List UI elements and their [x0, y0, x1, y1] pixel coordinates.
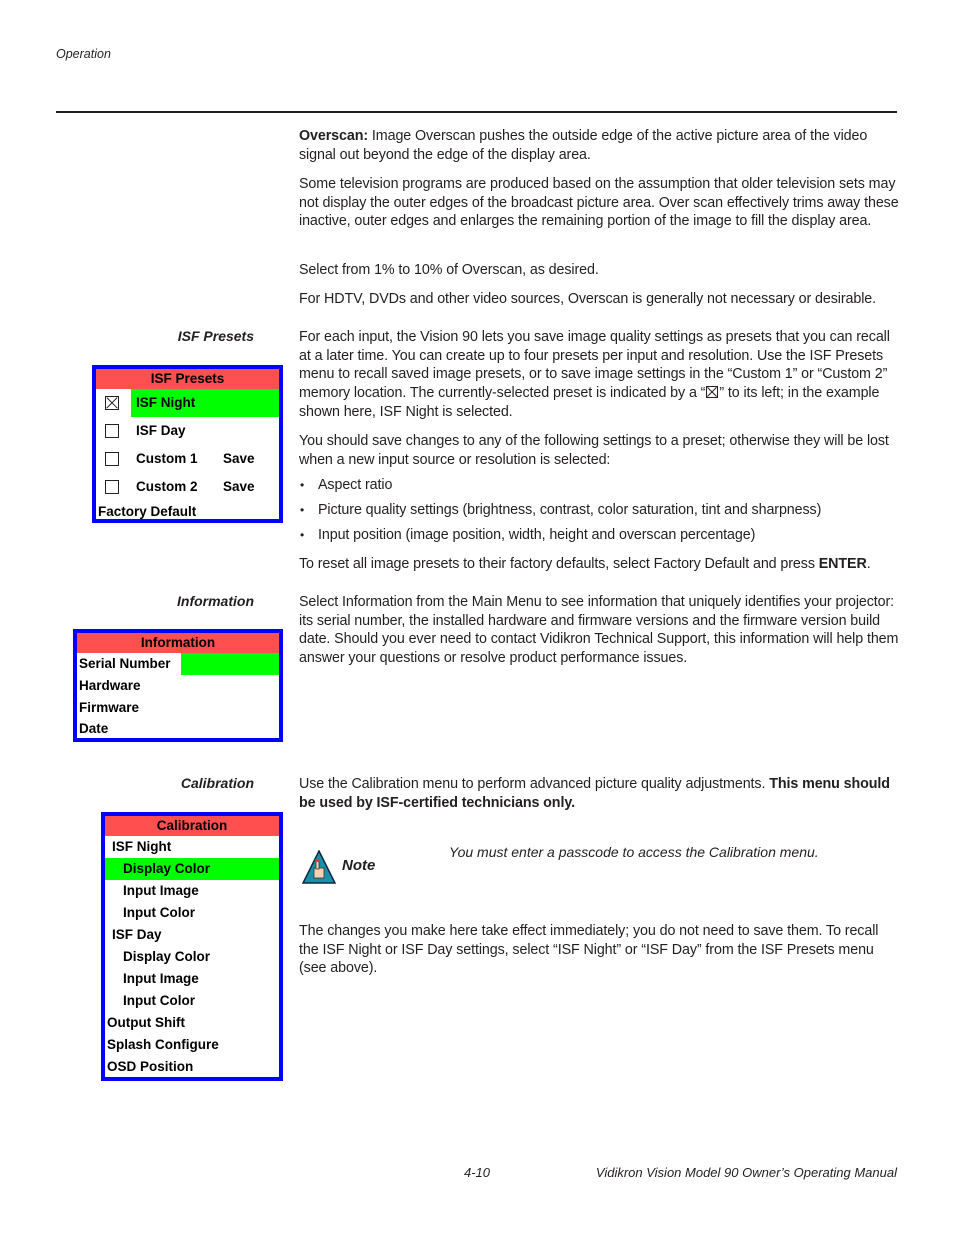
isf-presets-heading: ISF Presets — [177, 328, 254, 344]
checkbox-unchecked-icon[interactable] — [105, 424, 119, 438]
menu-item-splash-configure[interactable]: Splash Configure — [105, 1034, 279, 1056]
information-paragraph: Select Information from the Main Menu to… — [299, 594, 899, 667]
menu-item-isf-day[interactable]: ISF Day — [96, 417, 279, 445]
calibration-menu-title: Calibration — [105, 816, 279, 836]
calibration-heading: Calibration — [180, 775, 254, 791]
manual-title: Vidikron Vision Model 90 Owner’s Operati… — [595, 1165, 897, 1180]
note-label: Note — [342, 857, 376, 874]
isf-presets-reset-text: To reset all image presets to their fact… — [299, 555, 899, 574]
isf-presets-menu-title: ISF Presets — [96, 369, 279, 389]
menu-item-custom-2[interactable]: Custom 2 Save — [96, 473, 279, 501]
menu-item-isf-night[interactable]: ISF Night — [96, 389, 279, 417]
note-text: You must enter a passcode to access the … — [449, 844, 819, 860]
overscan-range-text: Select from 1% to 10% of Overscan, as de… — [299, 262, 599, 278]
page-number: 4-10 — [464, 1165, 491, 1180]
menu-item-display-color[interactable]: Display Color — [105, 858, 279, 880]
menu-item-input-color[interactable]: Input Color — [105, 990, 279, 1012]
menu-item-input-image[interactable]: Input Image — [105, 968, 279, 990]
checked-box-icon — [706, 386, 719, 399]
information-heading: Information — [177, 593, 254, 609]
menu-item-label: Custom 1 — [136, 451, 198, 466]
menu-item-input-color[interactable]: Input Color — [105, 902, 279, 924]
isf-presets-intro: For each input, the Vision 90 lets you s… — [299, 328, 899, 422]
menu-item-label: Serial Number — [79, 656, 171, 671]
header-divider — [56, 111, 897, 113]
calibration-intro: Use the Calibration menu to perform adva… — [299, 776, 770, 792]
calibration-recall-text: The changes you make here take effect im… — [299, 923, 879, 977]
reset-text-a: To reset all image presets to their fact… — [299, 556, 819, 572]
menu-item-osd-position[interactable]: OSD Position — [105, 1056, 279, 1077]
overscan-definition: Overscan: Image Overscan pushes the outs… — [299, 127, 899, 164]
information-menu: Information Serial Number Hardware Firmw… — [73, 629, 283, 742]
calibration-menu: Calibration ISF Night Display Color Inpu… — [101, 812, 283, 1081]
bullet-item: Picture quality settings (brightness, co… — [299, 501, 899, 520]
menu-item-factory-default[interactable]: Factory Default — [96, 501, 279, 525]
overscan-note-text: For HDTV, DVDs and other video sources, … — [299, 291, 877, 307]
isf-presets-menu: ISF Presets ISF Night ISF Day Custom 1 S… — [92, 365, 283, 523]
menu-item-label: ISF Day — [136, 423, 186, 438]
isf-presets-bullets: Aspect ratio Picture quality settings (b… — [299, 476, 899, 551]
save-button[interactable]: Save — [223, 473, 255, 501]
menu-item-display-color[interactable]: Display Color — [105, 946, 279, 968]
serial-number-value — [181, 653, 279, 675]
reset-text-b: . — [866, 556, 871, 572]
checkbox-unchecked-icon[interactable] — [105, 480, 119, 494]
menu-item-custom-1[interactable]: Custom 1 Save — [96, 445, 279, 473]
information-menu-title: Information — [77, 633, 279, 653]
menu-item-label: Custom 2 — [136, 479, 198, 494]
overscan-paragraph: Some television programs are produced ba… — [299, 176, 899, 230]
menu-item-output-shift[interactable]: Output Shift — [105, 1012, 279, 1034]
overscan-definition-text: Image Overscan pushes the outside edge o… — [299, 128, 868, 163]
menu-item-isf-day[interactable]: ISF Day — [105, 924, 279, 946]
save-button[interactable]: Save — [223, 445, 255, 473]
menu-item-label: ISF Night — [131, 389, 279, 417]
enter-key-label: ENTER — [818, 556, 867, 572]
checkbox-checked-icon[interactable] — [105, 396, 119, 410]
bullet-item: Input position (image position, width, h… — [299, 526, 899, 545]
menu-item-serial-number[interactable]: Serial Number — [77, 653, 279, 675]
menu-item-isf-night[interactable]: ISF Night — [105, 836, 279, 858]
section-header: Operation — [56, 47, 111, 61]
note-hand-icon — [302, 850, 336, 884]
checkbox-unchecked-icon[interactable] — [105, 452, 119, 466]
menu-item-firmware[interactable]: Firmware — [77, 697, 279, 719]
menu-item-hardware[interactable]: Hardware — [77, 675, 279, 697]
bullet-item: Aspect ratio — [299, 476, 899, 495]
calibration-paragraph: Use the Calibration menu to perform adva… — [299, 775, 899, 812]
menu-item-input-image[interactable]: Input Image — [105, 880, 279, 902]
overscan-term: Overscan: — [299, 128, 369, 144]
isf-presets-save-advice: You should save changes to any of the fo… — [299, 433, 889, 468]
menu-item-date[interactable]: Date — [77, 718, 279, 740]
